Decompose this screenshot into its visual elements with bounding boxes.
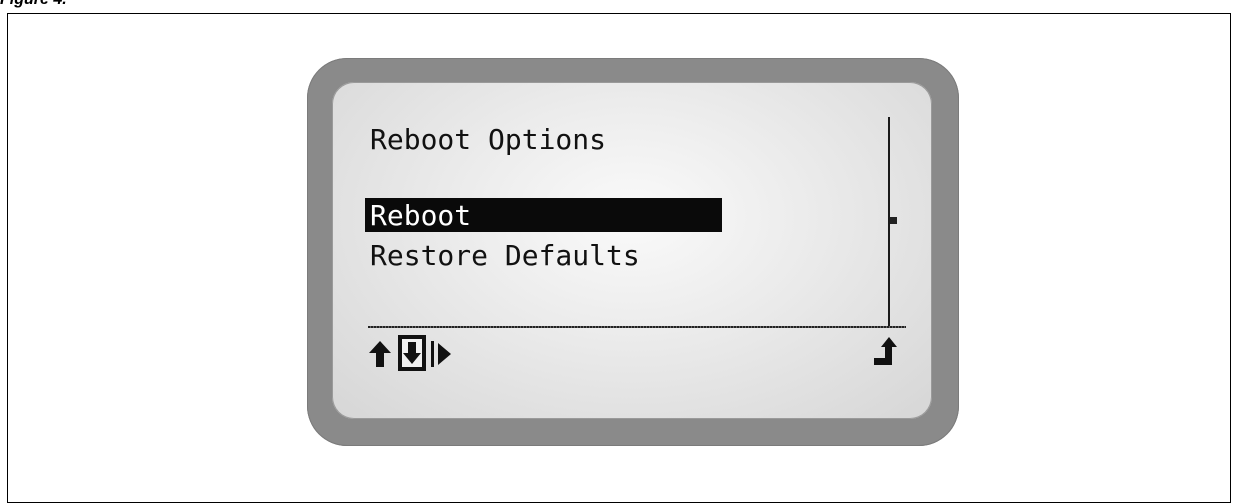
- menu-item-restore-defaults[interactable]: Restore Defaults: [370, 242, 640, 270]
- softkey-divider: [368, 326, 906, 328]
- figure-caption: Figure 4.: [0, 0, 67, 9]
- menu-item-reboot-label: Reboot: [370, 199, 472, 232]
- down-arrow-selected-icon[interactable]: [397, 333, 427, 373]
- scrollbar-thumb[interactable]: [890, 217, 897, 224]
- play-right-icon[interactable]: [429, 337, 455, 371]
- up-arrow-icon[interactable]: [367, 337, 393, 371]
- enter-return-icon[interactable]: [870, 335, 900, 373]
- screen-title: Reboot Options: [370, 123, 607, 156]
